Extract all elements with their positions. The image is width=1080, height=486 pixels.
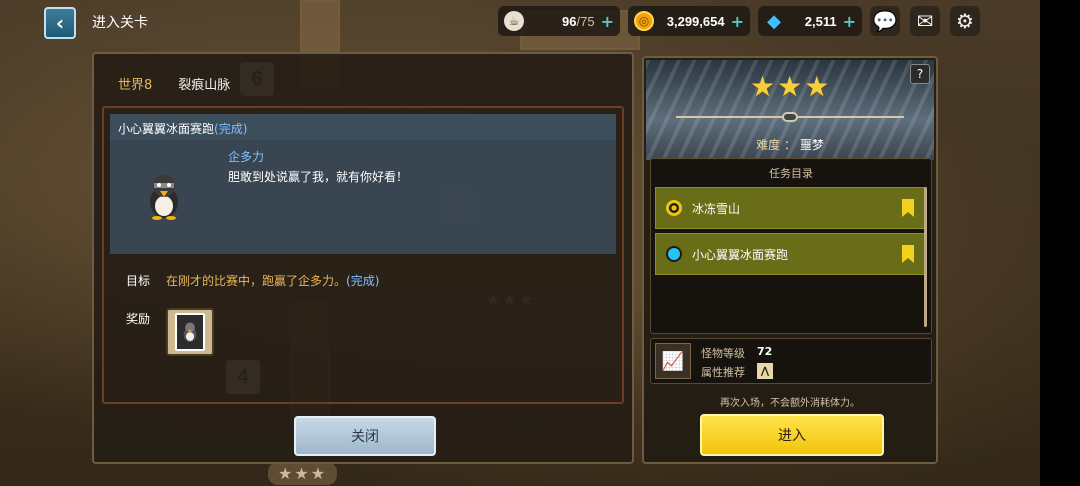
- ornament-knot: [782, 112, 798, 122]
- coffee-cup-icon: ☕: [504, 11, 524, 31]
- diamond-icon: ◆: [767, 10, 781, 32]
- monster-level-label: 怪物等级: [701, 347, 745, 360]
- stage-summary-panel: ? ★★★ 难度 ： 噩梦 任务目录 冰冻雪山 小心翼翼冰面赛跑 📈 怪物等级 …: [642, 56, 938, 464]
- stage-star-rating: ★★★: [750, 70, 832, 103]
- chevron-left-icon: ‹: [55, 11, 65, 35]
- monster-level-value: 72: [757, 345, 773, 358]
- gold-counter: ◎ 3,299,654 +: [628, 6, 750, 36]
- difficulty-value: 噩梦: [799, 138, 824, 152]
- bookmark-icon: [902, 199, 914, 217]
- gem-counter: ◆ 2,511 +: [758, 6, 862, 36]
- goal-description: 在刚才的比赛中，跑赢了企多力。: [166, 274, 347, 288]
- mission-marker-icon: [666, 200, 682, 216]
- add-gem-button[interactable]: +: [843, 12, 856, 31]
- back-button[interactable]: ‹: [44, 7, 76, 39]
- quest-title-bar: 小心翼翼冰面赛跑(完成): [110, 114, 616, 140]
- goal-label: 目标: [126, 274, 151, 288]
- mission-list-header: 任务目录: [769, 167, 813, 180]
- level-chart-icon: 📈: [655, 343, 691, 379]
- quest-info-box: 小心翼翼冰面赛跑(完成) 企多力 胆敢到处说赢了我，就有你好看！ 目标 在刚才的…: [102, 106, 624, 404]
- npc-dialog: 企多力 胆敢到处说赢了我，就有你好看！: [110, 140, 616, 254]
- gear-icon[interactable]: ⚙: [950, 6, 980, 36]
- gem-value: 2,511: [804, 13, 837, 29]
- goal-text: 在刚才的比赛中，跑赢了企多力。(完成): [166, 272, 379, 289]
- gold-coin-icon: ◎: [634, 11, 654, 31]
- help-icon[interactable]: ?: [910, 64, 930, 84]
- chat-icon[interactable]: 💬: [870, 6, 900, 36]
- mission-label: 冰冻雪山: [692, 201, 741, 216]
- stamina-value: 96: [562, 13, 577, 29]
- tab-world[interactable]: 世界8: [118, 74, 152, 93]
- npc-name: 企多力: [228, 150, 265, 164]
- attribute-mountain-icon[interactable]: ⋀: [757, 363, 773, 379]
- enter-button[interactable]: 进入: [700, 414, 884, 456]
- mission-list: 任务目录 冰冻雪山 小心翼翼冰面赛跑: [650, 158, 932, 334]
- location-tabs: 世界8 裂痕山脉: [118, 74, 230, 93]
- gold-value: 3,299,654: [666, 13, 725, 29]
- screen-edge: [1040, 0, 1080, 486]
- mission-item[interactable]: 小心翼翼冰面赛跑: [655, 233, 925, 275]
- difficulty: 难度 ： 噩梦: [644, 136, 936, 153]
- penguin-card-icon: [175, 313, 205, 351]
- reentry-note: 再次入场，不会额外消耗体力。: [720, 398, 860, 409]
- bookmark-icon: [902, 245, 914, 263]
- add-gold-button[interactable]: +: [731, 12, 744, 31]
- difficulty-label: 难度 ：: [756, 138, 796, 152]
- close-button[interactable]: 关闭: [294, 416, 436, 456]
- goal-status: (完成): [346, 274, 380, 288]
- map-stage-stars: ★★★: [268, 462, 338, 485]
- tab-area[interactable]: 裂痕山脉: [178, 74, 230, 93]
- quest-title: 小心翼翼冰面赛跑: [118, 122, 215, 136]
- stamina-max: /75: [576, 13, 595, 29]
- npc-dialog-text: 胆敢到处说赢了我，就有你好看！: [228, 170, 409, 184]
- penguin-npc-icon: [150, 175, 178, 220]
- add-stamina-button[interactable]: +: [601, 12, 614, 31]
- mission-label: 小心翼翼冰面赛跑: [692, 247, 789, 262]
- quest-status: (完成): [214, 122, 248, 136]
- quest-detail-panel: 世界8 裂痕山脉 小心翼翼冰面赛跑(完成) 企多力 胆敢到处说赢了我，就有你好看…: [92, 52, 634, 464]
- stamina-counter: ☕ 96/75 +: [498, 6, 620, 36]
- mail-icon[interactable]: ✉: [910, 6, 940, 36]
- attribute-label: 属性推荐: [701, 366, 745, 379]
- mission-item[interactable]: 冰冻雪山: [655, 187, 925, 229]
- reward-card-item[interactable]: [166, 308, 214, 356]
- page-title: 进入关卡: [92, 15, 148, 31]
- monster-info: 📈 怪物等级 72 属性推荐 ⋀: [650, 338, 932, 384]
- mission-marker-icon: [666, 246, 682, 262]
- reward-label: 奖励: [126, 312, 151, 326]
- mission-scrollbar[interactable]: [924, 187, 927, 327]
